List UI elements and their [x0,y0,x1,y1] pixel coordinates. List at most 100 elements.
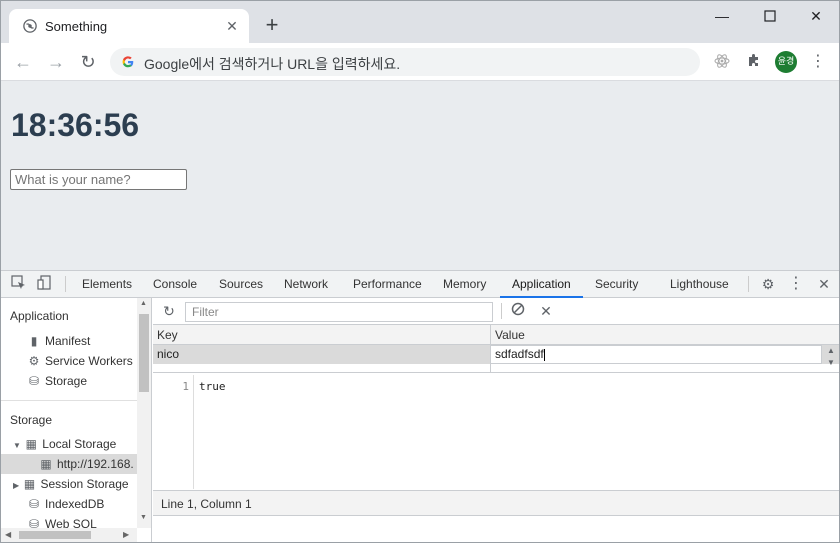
tab-elements[interactable]: Elements [82,271,132,298]
column-divider[interactable] [490,325,491,373]
scroll-up-arrow-icon[interactable]: ▲ [140,300,147,307]
sidebar-item-label: Manifest [45,334,91,348]
sidebar-horizontal-scrollbar[interactable]: ◀ ▶ [1,528,137,542]
tab-security[interactable]: Security [595,271,638,298]
clock-display: 18:36:56 [11,107,140,143]
device-toolbar-icon[interactable] [35,275,53,293]
close-tab-icon[interactable]: ✕ [223,17,241,35]
devtools-panel: Elements Console Sources Network Perform… [1,270,839,542]
tab-title: Something [45,19,108,34]
sidebar-item-local-storage-origin[interactable]: ▦ http://192.168. [1,454,137,474]
browser-toolbar: ← → ↻ Google에서 검색하거나 URL을 입력하세요. 윤경 ⋮ [1,43,839,81]
sidebar-vertical-scrollbar[interactable]: ▲ ▼ [137,298,151,528]
preview-code[interactable]: true [199,380,226,393]
sidebar-item-label: IndexedDB [45,497,105,511]
application-heading: Application [10,309,69,323]
gear-icon: ⚙ [28,354,40,368]
clear-all-icon[interactable] [509,302,527,320]
tab-sources[interactable]: Sources [219,271,263,298]
line-number: 1 [182,380,189,393]
scroll-left-arrow-icon[interactable]: ◀ [5,530,11,539]
google-g-icon [122,56,134,68]
back-arrow-icon[interactable]: ← [12,51,34,73]
browser-window: Something ✕ + — ✕ ← → ↻ Google에서 검색하거나 U… [0,0,840,543]
more-vertical-icon[interactable]: ⋮ [808,52,828,72]
tab-performance[interactable]: Performance [353,271,422,298]
tab-strip: Something ✕ + — ✕ [1,1,839,43]
sidebar-item-service-workers[interactable]: ⚙ Service Workers [27,351,133,371]
forward-arrow-icon[interactable]: → [45,51,67,73]
close-window-icon[interactable]: ✕ [793,5,839,27]
sidebar-item-label: Storage [45,374,88,388]
scrollbar-thumb[interactable] [139,314,149,392]
sidebar-item-label: Session Storage [40,477,129,491]
document-icon: ▮ [30,334,38,348]
storage-toolbar: ↻ ✕ [153,298,839,325]
grid-bottom-border [153,372,839,373]
chevron-right-icon[interactable]: ▶ [13,481,19,490]
row-value-text: sdfadfsdf [495,347,544,361]
sidebar-divider [1,400,137,401]
text-caret [543,348,545,361]
value-stepper[interactable]: ▲ ▼ [823,345,839,371]
database-icon: ⛁ [28,497,40,511]
column-header-value[interactable]: Value [491,325,525,345]
cursor-position: Line 1, Column 1 [161,497,252,511]
devtools-tab-bar: Elements Console Sources Network Perform… [1,271,839,298]
react-extension-icon[interactable] [712,52,732,72]
delete-selected-icon[interactable]: ✕ [537,302,555,320]
line-number-gutter: 1 [153,375,194,489]
storage-panel: ↻ ✕ Key Value nico sdfadfsdf ▲▼ [153,298,839,542]
more-vertical-icon[interactable]: ⋮ [787,275,805,293]
browser-tab[interactable]: Something ✕ [9,9,249,43]
column-header-key[interactable]: Key [153,325,178,345]
sidebar-item-label: Service Workers [45,354,133,368]
sidebar-item-session-storage[interactable]: ▶ ▦ Session Storage [13,474,129,494]
address-bar[interactable]: Google에서 검색하거나 URL을 입력하세요. [110,48,700,76]
sidebar-item-indexeddb[interactable]: ⛁ IndexedDB [27,494,104,514]
tab-memory[interactable]: Memory [443,271,486,298]
toolbar-divider [65,276,66,292]
refresh-icon[interactable]: ↻ [160,302,178,320]
status-bar: Line 1, Column 1 [153,490,839,516]
grid-header: Key Value [153,325,839,345]
gear-icon[interactable]: ⚙ [759,275,777,293]
scrollbar-thumb[interactable] [19,531,91,539]
close-devtools-icon[interactable]: ✕ [815,275,833,293]
sidebar-item-manifest[interactable]: ▮ Manifest [27,331,91,351]
scroll-right-arrow-icon[interactable]: ▶ [123,530,129,539]
sidebar-item-label: Local Storage [42,437,117,451]
page-content: 18:36:56 [1,81,839,270]
scroll-down-arrow-icon[interactable]: ▼ [140,514,147,521]
maximize-icon[interactable] [747,5,793,27]
tab-lighthouse[interactable]: Lighthouse [670,271,729,298]
value-preview: 1 true [153,375,839,489]
toolbar-divider [501,303,502,319]
reload-icon[interactable]: ↻ [77,51,99,73]
globe-icon [23,19,37,33]
name-input[interactable] [10,169,187,190]
tab-network[interactable]: Network [284,271,328,298]
toolbar-divider [748,276,749,292]
minimize-icon[interactable]: — [699,5,745,27]
sidebar-item-storage[interactable]: ⛁ Storage [27,371,87,391]
row-value-editor[interactable]: sdfadfsdf [490,345,822,364]
chevron-down-icon[interactable]: ▼ [13,441,21,450]
profile-avatar[interactable]: 윤경 [775,51,797,73]
new-tab-button[interactable]: + [261,14,283,37]
application-sidebar: Application ▮ Manifest ⚙ Service Workers ⛁… [1,298,152,542]
inspect-element-icon[interactable] [9,275,27,293]
tab-application[interactable]: Application [500,271,583,298]
grid-icon: ▦ [40,457,52,471]
grid-icon: ▦ [25,437,37,451]
grid-icon: ▦ [23,477,36,491]
storage-heading: Storage [10,413,53,427]
filter-input[interactable] [185,302,493,322]
database-icon: ⛁ [28,374,40,388]
sidebar-item-label: http://192.168. [57,457,134,471]
row-key-cell[interactable]: nico [153,345,179,364]
tab-console[interactable]: Console [153,271,197,298]
key-value-grid: Key Value nico sdfadfsdf ▲ ▼ [153,325,839,375]
sidebar-item-local-storage[interactable]: ▼ ▦ Local Storage [13,434,116,454]
puzzle-extensions-icon[interactable] [744,52,764,72]
